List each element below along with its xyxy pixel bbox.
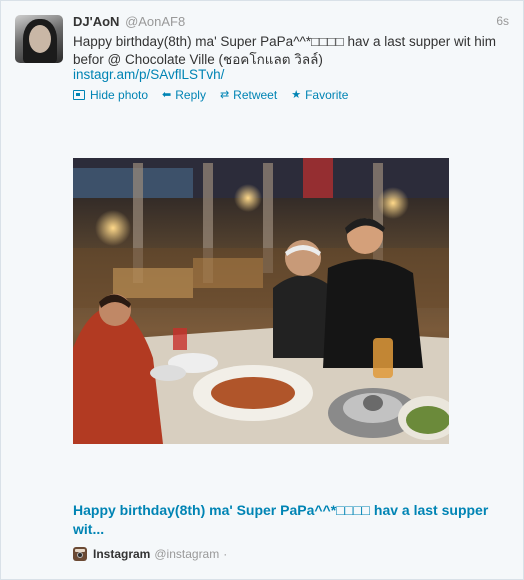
source-separator: · [223,547,228,561]
avatar-face [29,25,51,53]
reply-label: Reply [175,88,206,102]
source-handle[interactable]: @instagram [154,547,219,561]
user-screen-name[interactable]: @AonAF8 [125,14,185,29]
retweet-label: Retweet [233,88,278,102]
favorite-label: Favorite [305,88,349,102]
tweet-photo[interactable] [73,158,449,444]
source-name[interactable]: Instagram [93,547,150,561]
hide-photo-button[interactable]: Hide photo [73,88,148,102]
avatar[interactable] [15,15,63,63]
tweet[interactable]: DJ'AoN @AonAF8 6s Happy birthday(8th) ma… [0,0,524,580]
star-icon: ★ [291,88,302,101]
card-source: Instagram @instagram · [73,546,227,562]
retweet-icon: ⇄ [219,88,230,101]
photo-icon [73,90,85,100]
user-fullname[interactable]: DJ'AoN [73,14,119,29]
tweet-timestamp[interactable]: 6s [496,14,509,28]
instagram-icon [73,547,87,561]
retweet-button[interactable]: ⇄ Retweet [220,88,277,102]
reply-arrow-icon: ⬅ [162,88,172,101]
hide-photo-label: Hide photo [90,88,149,102]
tweet-header: DJ'AoN @AonAF8 6s [73,14,509,32]
tweet-text: Happy birthday(8th) ma' Super PaPa^^*□□□… [73,34,497,67]
favorite-button[interactable]: ★ Favorite [291,88,348,102]
restaurant-photo [73,158,449,444]
reply-button[interactable]: ⬅ Reply [162,88,206,102]
card-title[interactable]: Happy birthday(8th) ma' Super PaPa^^*□□□… [73,501,511,539]
tweet-link[interactable]: instagr.am/p/SAvflLSTvh/ [73,67,224,82]
tweet-actions: Hide photo ⬅ Reply ⇄ Retweet ★ Favorite [73,87,362,103]
